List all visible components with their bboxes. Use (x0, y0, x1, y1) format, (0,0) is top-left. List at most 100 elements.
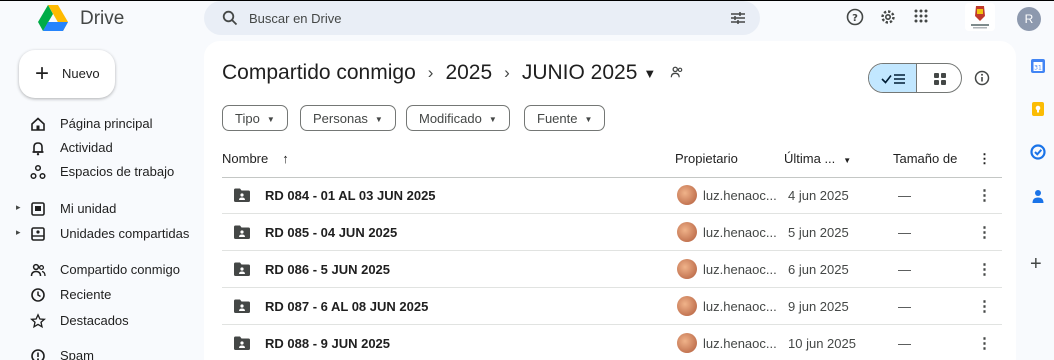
keep-notes-icon[interactable] (1030, 101, 1046, 117)
shared-folder-icon (234, 262, 250, 276)
column-options-more-icon[interactable]: ⋮ (978, 151, 991, 167)
apps-grid-icon[interactable] (913, 8, 929, 24)
sidebar-item-starred[interactable]: Destacados (0, 309, 195, 333)
file-name[interactable]: RD 087 - 6 AL 08 JUN 2025 (265, 299, 428, 314)
search-options-icon[interactable] (730, 10, 746, 26)
caret-down-icon: ▼ (374, 115, 383, 125)
modified-date: 5 jun 2025 (788, 225, 849, 240)
filter-chip-label: Tipo (235, 111, 260, 126)
search-icon[interactable] (222, 10, 238, 26)
file-size: — (898, 262, 911, 277)
shared-drives-icon (31, 227, 45, 241)
people-icon (30, 263, 46, 277)
info-icon[interactable] (974, 70, 990, 86)
bell-icon (32, 142, 44, 156)
file-name[interactable]: RD 088 - 9 JUN 2025 (265, 336, 390, 351)
sidebar-item-home[interactable]: Página principal (0, 112, 195, 136)
filter-chip-type[interactable]: Tipo ▼ (222, 105, 288, 131)
sidebar-item-activity[interactable]: Actividad (0, 136, 195, 160)
brand-name[interactable]: Drive (80, 8, 124, 30)
checkmark-list-icon (881, 74, 905, 84)
spam-icon (31, 349, 45, 360)
table-row[interactable]: RD 084 - 01 AL 03 JUN 2025 luz.henaoc...… (222, 177, 1002, 214)
tasks-icon[interactable] (1030, 144, 1046, 160)
owner-avatar (677, 296, 697, 316)
settings-gear-icon[interactable] (879, 8, 897, 26)
filter-chip-label: Personas (313, 111, 368, 126)
star-icon (30, 313, 46, 329)
search-bar[interactable]: Buscar en Drive (204, 1, 760, 35)
chevron-right-icon: › (504, 63, 510, 83)
account-avatar[interactable]: R (1017, 7, 1041, 31)
expand-arrow-icon[interactable]: ▸ (16, 202, 21, 213)
file-size: — (898, 336, 911, 351)
sidebar-item-shared-drives[interactable]: ▸ Unidades compartidas (0, 222, 195, 246)
caret-down-icon: ▼ (266, 115, 275, 125)
sidebar-item-spam[interactable]: Spam (0, 344, 195, 360)
more-actions-icon[interactable]: ⋮ (977, 186, 992, 204)
grid-icon (934, 73, 946, 85)
organization-logo-icon[interactable] (965, 3, 995, 31)
breadcrumb-year[interactable]: 2025 (445, 61, 492, 85)
add-addon-plus-icon[interactable]: + (1030, 253, 1042, 276)
filter-chip-people[interactable]: Personas ▼ (300, 105, 396, 131)
owner-avatar (677, 259, 697, 279)
sidebar-item-label: Compartido conmigo (60, 262, 180, 277)
file-name[interactable]: RD 085 - 04 JUN 2025 (265, 225, 397, 240)
drive-logo-icon[interactable] (38, 5, 68, 31)
chevron-right-icon: › (427, 63, 434, 83)
new-button-label: Nuevo (62, 66, 100, 81)
help-icon[interactable]: ? (846, 8, 864, 26)
table-row[interactable]: RD 086 - 5 JUN 2025 luz.henaoc... 6 jun … (222, 251, 1002, 288)
table-row[interactable]: RD 087 - 6 AL 08 JUN 2025 luz.henaoc... … (222, 288, 1002, 325)
breadcrumb-current[interactable]: JUNIO 2025 (522, 61, 638, 85)
new-button[interactable]: + Nuevo (19, 50, 115, 98)
owner-name: luz.henaoc... (703, 188, 777, 203)
breadcrumb-root[interactable]: Compartido conmigo (222, 61, 416, 85)
sidebar-item-recent[interactable]: Reciente (0, 283, 195, 307)
column-header-label: Nombre (222, 151, 269, 166)
sidebar-item-my-drive[interactable]: ▸ Mi unidad (0, 197, 195, 221)
calendar-icon[interactable]: 31 (1030, 58, 1046, 74)
search-input[interactable]: Buscar en Drive (249, 11, 341, 26)
more-actions-icon[interactable]: ⋮ (977, 334, 992, 352)
file-name[interactable]: RD 084 - 01 AL 03 JUN 2025 (265, 188, 436, 203)
owner-avatar (677, 333, 697, 353)
shared-folder-people-icon[interactable] (670, 65, 684, 79)
caret-down-icon[interactable]: ▼ (643, 66, 656, 81)
filter-chip-label: Fuente (537, 111, 578, 126)
sidebar-item-label: Spam (60, 348, 94, 360)
owner-name: luz.henaoc... (703, 336, 777, 351)
modified-date: 4 jun 2025 (788, 188, 849, 203)
svg-text:31: 31 (1034, 65, 1042, 72)
view-toggle (868, 63, 962, 93)
clock-icon (31, 288, 45, 302)
table-row[interactable]: RD 085 - 04 JUN 2025 luz.henaoc... 5 jun… (222, 214, 1002, 251)
plus-icon: + (35, 60, 50, 87)
shared-folder-icon (234, 336, 250, 350)
caret-down-icon[interactable]: ▼ (843, 156, 851, 165)
filter-chip-source[interactable]: Fuente ▼ (524, 105, 606, 131)
owner-name: luz.henaoc... (703, 225, 777, 240)
sort-arrow-up-icon[interactable]: ↑ (282, 151, 289, 166)
owner-name: luz.henaoc... (703, 262, 777, 277)
more-actions-icon[interactable]: ⋮ (977, 297, 992, 315)
sidebar-item-shared-with-me[interactable]: Compartido conmigo (0, 258, 195, 282)
file-name[interactable]: RD 086 - 5 JUN 2025 (265, 262, 390, 277)
contacts-icon[interactable] (1030, 188, 1046, 204)
list-view-button[interactable] (869, 64, 917, 92)
workspaces-icon (30, 164, 46, 180)
column-header-modified[interactable]: Última ... ▼ (784, 151, 851, 166)
grid-view-button[interactable] (917, 64, 961, 92)
more-actions-icon[interactable]: ⋮ (977, 260, 992, 278)
filter-chip-modified[interactable]: Modificado ▼ (406, 105, 510, 131)
shared-folder-icon (234, 299, 250, 313)
sidebar-item-workspaces[interactable]: Espacios de trabajo (0, 160, 195, 184)
file-size: — (898, 225, 911, 240)
more-actions-icon[interactable]: ⋮ (977, 223, 992, 241)
column-header-size[interactable]: Tamaño de (893, 151, 957, 166)
column-header-owner[interactable]: Propietario (675, 151, 738, 166)
table-row[interactable]: RD 088 - 9 JUN 2025 luz.henaoc... 10 jun… (222, 325, 1002, 360)
expand-arrow-icon[interactable]: ▸ (16, 227, 21, 238)
column-header-name[interactable]: Nombre ↑ (222, 151, 289, 166)
